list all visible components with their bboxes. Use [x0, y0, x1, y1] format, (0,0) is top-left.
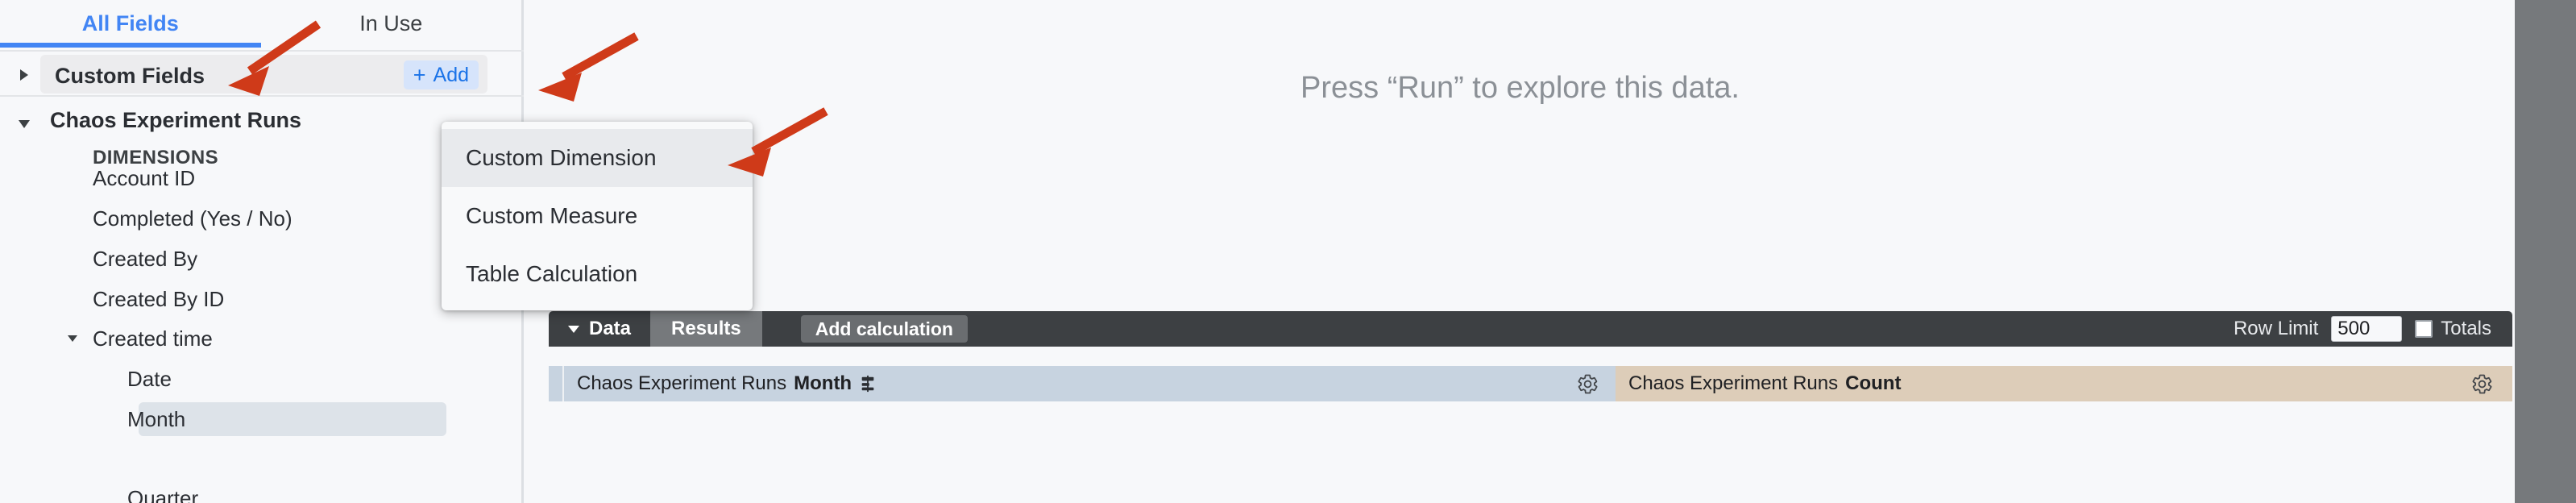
- gear-icon[interactable]: [1577, 373, 1599, 395]
- field-item-quarter[interactable]: Quarter: [0, 480, 524, 503]
- column-header-prefix: Chaos Experiment Runs: [1628, 372, 1839, 394]
- field-item-created-time[interactable]: Created time: [0, 321, 524, 356]
- field-label: Month: [127, 406, 186, 431]
- field-label: Created By: [93, 246, 198, 271]
- chevron-down-icon: [568, 325, 579, 333]
- menu-item-label: Custom Measure: [466, 203, 638, 228]
- results-toolbar: Data Results Add calculation Row Limit T…: [549, 311, 2512, 347]
- totals-label: Totals: [2441, 318, 2491, 339]
- add-calculation-label: Add calculation: [815, 318, 953, 339]
- tab-results[interactable]: Results: [650, 311, 762, 347]
- totals-checkbox[interactable]: Totals: [2415, 318, 2491, 340]
- menu-item-label: Custom Dimension: [466, 145, 657, 170]
- checkbox-icon[interactable]: [2415, 320, 2433, 338]
- column-header-prefix: Chaos Experiment Runs: [577, 372, 787, 394]
- column-header-name: Count: [1845, 372, 1902, 394]
- column-header-dimension[interactable]: Chaos Experiment Runs Month: [549, 366, 1559, 401]
- row-gutter: [549, 366, 564, 401]
- column-header-dimension-label: Chaos Experiment Runs Month: [564, 372, 877, 395]
- field-item-month[interactable]: Month: [0, 401, 524, 437]
- plus-icon: +: [413, 62, 426, 87]
- custom-fields-label: Custom Fields: [55, 64, 205, 88]
- tab-results-label: Results: [671, 318, 741, 339]
- tab-all-fields[interactable]: All Fields: [0, 0, 261, 48]
- add-button-label: Add: [433, 63, 469, 86]
- run-hint-text: Press “Run” to explore this data.: [1300, 71, 1740, 105]
- tab-in-use-label: In Use: [359, 11, 423, 35]
- right-overlay-strip: [2515, 0, 2576, 503]
- row-limit-label: Row Limit: [2233, 318, 2319, 339]
- looker-explore-screen: All Fields In Use Custom Fields + Add Ch…: [0, 0, 2576, 503]
- pivot-icon[interactable]: [859, 375, 877, 393]
- tab-data-label: Data: [589, 318, 632, 339]
- add-custom-field-button[interactable]: + Add: [403, 60, 479, 89]
- expanded-triangle-icon[interactable]: [15, 114, 34, 134]
- results-column-header-row: Chaos Experiment Runs Month Chaos Experi…: [549, 366, 2512, 401]
- field-label: Account ID: [93, 165, 196, 190]
- menu-item-custom-measure[interactable]: Custom Measure: [442, 187, 753, 245]
- tab-all-fields-label: All Fields: [81, 11, 179, 35]
- menu-item-table-calculation[interactable]: Table Calculation: [442, 245, 753, 303]
- column-header-measure-label: Chaos Experiment Runs Count: [1616, 372, 1901, 395]
- field-label: Date: [127, 366, 172, 391]
- menu-item-label: Table Calculation: [466, 261, 638, 286]
- explore-main-area: Press “Run” to explore this data.: [526, 0, 2514, 503]
- add-calculation-button[interactable]: Add calculation: [800, 315, 968, 343]
- add-custom-field-menu: Custom Dimension Custom Measure Table Ca…: [442, 122, 753, 310]
- field-label: Created By ID: [93, 286, 225, 311]
- row-limit-input[interactable]: [2331, 316, 2403, 342]
- dimension-column-gear-cell[interactable]: [1559, 366, 1616, 401]
- explore-group-label: Chaos Experiment Runs: [50, 108, 302, 132]
- field-panel-tabs: All Fields In Use: [0, 0, 521, 51]
- field-label: Completed (Yes / No): [93, 206, 292, 231]
- tab-in-use[interactable]: In Use: [261, 0, 522, 48]
- custom-fields-row[interactable]: Custom Fields + Add: [0, 53, 524, 97]
- gear-icon[interactable]: [2471, 373, 2493, 395]
- expanded-triangle-icon[interactable]: [63, 329, 82, 348]
- collapsed-triangle-icon[interactable]: [15, 65, 34, 85]
- tabs-divider: [0, 50, 524, 52]
- field-item-date[interactable]: Date: [0, 361, 524, 397]
- column-header-name: Month: [794, 372, 852, 394]
- menu-item-custom-dimension[interactable]: Custom Dimension: [442, 129, 753, 187]
- column-header-measure[interactable]: Chaos Experiment Runs Count: [1616, 366, 2512, 401]
- tab-data[interactable]: Data: [549, 311, 650, 347]
- field-label: Created time: [93, 326, 213, 351]
- field-label: Quarter: [127, 485, 199, 503]
- toolbar-right-controls: Row Limit Totals: [2234, 316, 2512, 342]
